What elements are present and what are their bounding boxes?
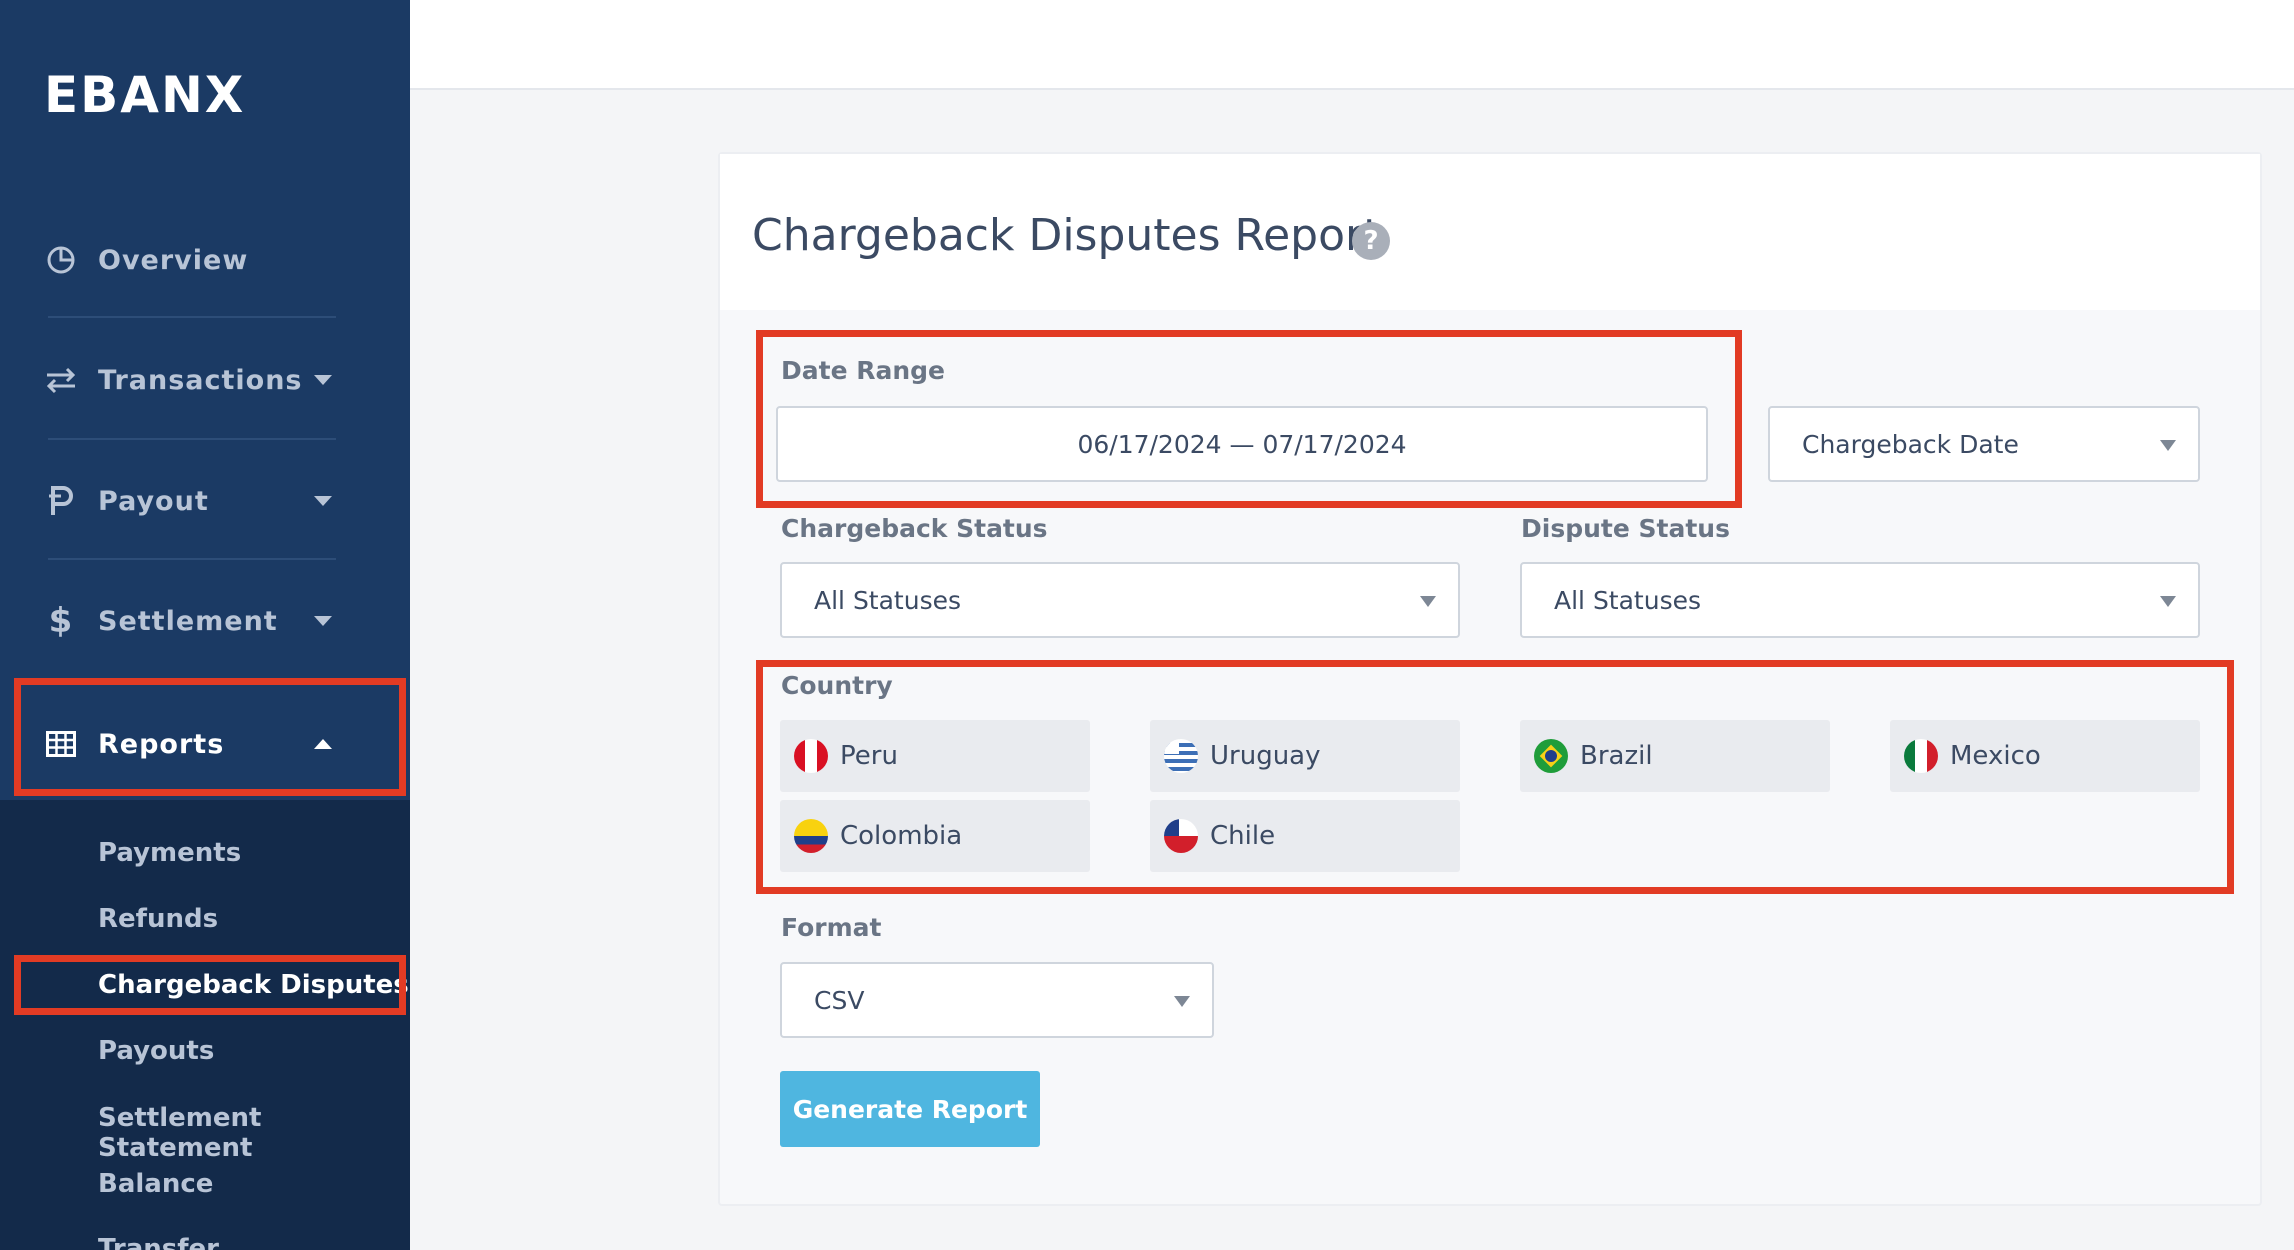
- sidebar-item-transactions[interactable]: Transactions: [0, 330, 410, 430]
- sidebar-item-label: Transactions: [98, 364, 303, 396]
- chevron-down-icon: [2160, 440, 2176, 451]
- chevron-down-icon: [314, 496, 332, 506]
- mexico-flag-icon: [1904, 739, 1938, 773]
- top-bar: [410, 0, 2294, 90]
- reports-submenu: Payments Refunds Chargeback Disputes Pay…: [0, 800, 410, 1250]
- country-name: Colombia: [840, 821, 963, 851]
- dispute-status-label: Dispute Status: [1521, 514, 1730, 543]
- page-title: Chargeback Disputes Report: [752, 210, 1381, 261]
- date-range-input[interactable]: 06/17/2024 — 07/17/2024: [776, 406, 1708, 482]
- ebanx-logo: EBANX: [44, 66, 246, 124]
- country-option-brazil[interactable]: Brazil: [1520, 720, 1830, 792]
- pie-chart-icon: [44, 243, 78, 277]
- country-option-mexico[interactable]: Mexico: [1890, 720, 2200, 792]
- format-select[interactable]: CSV: [780, 962, 1214, 1038]
- dispute-status-select[interactable]: All Statuses: [1520, 562, 2200, 638]
- date-range-value: 06/17/2024 — 07/17/2024: [1077, 429, 1407, 459]
- submenu-item-chargeback-disputes[interactable]: Chargeback Disputes: [98, 970, 409, 1000]
- sidebar-item-label: Settlement: [98, 605, 278, 637]
- country-name: Mexico: [1950, 741, 2041, 771]
- country-option-uruguay[interactable]: Uruguay: [1150, 720, 1460, 792]
- country-label: Country: [781, 671, 893, 700]
- submenu-item-balance[interactable]: Balance: [98, 1169, 213, 1199]
- submenu-item-payouts[interactable]: Payouts: [98, 1036, 214, 1066]
- nav-divider: [48, 438, 336, 440]
- date-type-value: Chargeback Date: [1802, 429, 2019, 459]
- country-option-chile[interactable]: Chile: [1150, 800, 1460, 872]
- transfer-arrows-icon: [44, 363, 78, 397]
- country-name: Uruguay: [1210, 741, 1321, 771]
- nav-divider: [48, 558, 336, 560]
- peru-flag-icon: [794, 739, 828, 773]
- format-value: CSV: [814, 985, 865, 1015]
- sidebar-item-payout[interactable]: Payout: [0, 451, 410, 551]
- generate-report-button[interactable]: Generate Report: [780, 1071, 1040, 1147]
- chile-flag-icon: [1164, 819, 1198, 853]
- sidebar-item-reports[interactable]: Reports: [0, 694, 410, 794]
- dollar-icon: $: [48, 601, 74, 641]
- card-header: Chargeback Disputes Report ?: [720, 154, 2260, 310]
- report-card: Chargeback Disputes Report ?: [718, 152, 2262, 1206]
- chevron-down-icon: [2160, 596, 2176, 607]
- format-label: Format: [781, 913, 882, 942]
- chevron-down-icon: [314, 616, 332, 626]
- country-name: Brazil: [1580, 741, 1653, 771]
- chargeback-status-value: All Statuses: [814, 585, 962, 615]
- uruguay-flag-icon: [1164, 739, 1198, 773]
- help-icon[interactable]: ?: [1352, 222, 1390, 260]
- chargeback-status-label: Chargeback Status: [781, 514, 1048, 543]
- table-grid-icon: [44, 727, 78, 761]
- chevron-down-icon: [1174, 996, 1190, 1007]
- chevron-down-icon: [314, 375, 332, 385]
- sidebar-item-overview[interactable]: Overview: [0, 210, 410, 310]
- chargeback-status-select[interactable]: All Statuses: [780, 562, 1460, 638]
- sidebar-item-label: Payout: [98, 485, 209, 517]
- submenu-item-refunds[interactable]: Refunds: [98, 904, 218, 934]
- nav-divider: [48, 316, 336, 318]
- submenu-item-settlement-statement[interactable]: Settlement Statement: [98, 1103, 410, 1163]
- sidebar-item-label: Overview: [98, 244, 249, 276]
- chevron-up-icon: [314, 739, 332, 749]
- dispute-status-value: All Statuses: [1554, 585, 1702, 615]
- date-range-label: Date Range: [781, 356, 946, 385]
- country-name: Chile: [1210, 821, 1276, 851]
- country-name: Peru: [840, 741, 898, 771]
- submenu-item-payments[interactable]: Payments: [98, 838, 241, 868]
- sidebar-item-settlement[interactable]: $ Settlement: [0, 571, 410, 671]
- chevron-down-icon: [1420, 596, 1436, 607]
- sidebar: EBANX Overview Transactions Payout $ Set…: [0, 0, 410, 1250]
- colombia-flag-icon: [794, 819, 828, 853]
- date-type-select[interactable]: Chargeback Date: [1768, 406, 2200, 482]
- submenu-item-transfer[interactable]: Transfer: [98, 1234, 219, 1250]
- payout-p-icon: [44, 484, 78, 518]
- country-option-colombia[interactable]: Colombia: [780, 800, 1090, 872]
- country-option-peru[interactable]: Peru: [780, 720, 1090, 792]
- brazil-flag-icon: [1534, 739, 1568, 773]
- sidebar-item-label: Reports: [98, 728, 225, 760]
